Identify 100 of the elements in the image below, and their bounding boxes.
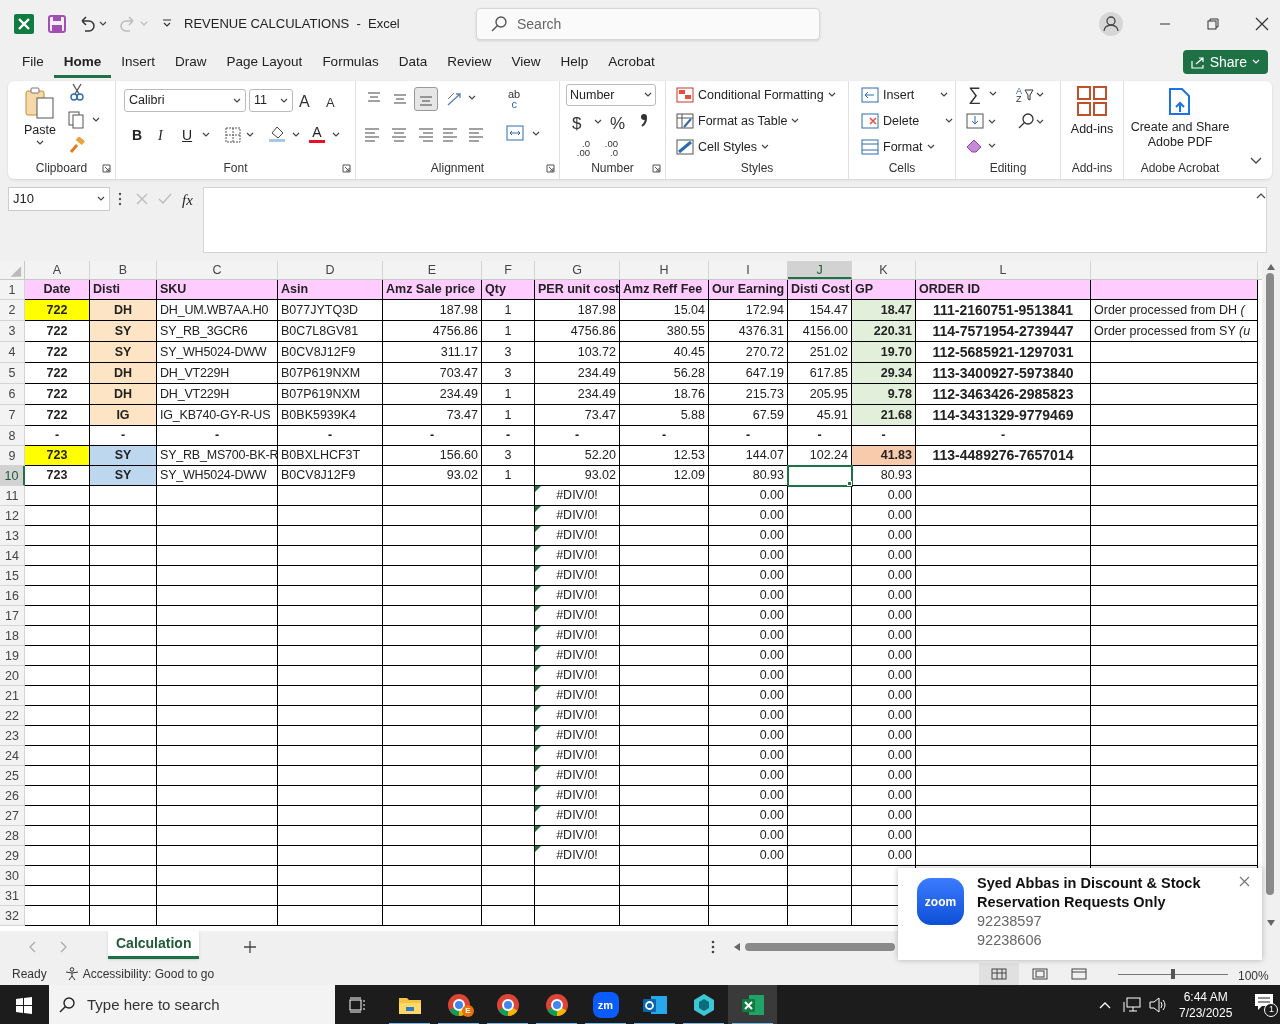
table-cell[interactable]: - [157, 426, 278, 446]
error-indicator-icon[interactable] [535, 786, 541, 792]
table-cell[interactable]: #DIV/0! [535, 646, 620, 666]
table-cell[interactable] [1091, 706, 1258, 726]
table-cell[interactable]: #DIV/0! [535, 746, 620, 766]
table-cell[interactable] [620, 566, 709, 586]
table-cell[interactable]: 0.00 [709, 506, 788, 526]
table-cell[interactable] [90, 806, 157, 826]
table-cell[interactable] [25, 526, 90, 546]
table-cell[interactable]: - [709, 426, 788, 446]
table-cell[interactable] [157, 786, 278, 806]
table-cell[interactable] [788, 826, 852, 846]
dialog-launcher-icon[interactable] [652, 164, 661, 173]
table-cell[interactable] [1091, 566, 1258, 586]
table-cell[interactable]: 0.00 [852, 526, 916, 546]
table-cell[interactable] [1091, 405, 1258, 426]
menu-tab[interactable]: Page Layout [216, 50, 313, 78]
table-cell[interactable] [916, 706, 1091, 726]
table-cell[interactable] [383, 826, 482, 846]
row-header[interactable]: 3 [0, 321, 25, 342]
table-cell[interactable] [788, 606, 852, 626]
error-indicator-icon[interactable] [535, 846, 541, 852]
table-cell[interactable]: #DIV/0! [535, 626, 620, 646]
table-cell[interactable] [620, 586, 709, 606]
table-cell[interactable] [278, 846, 383, 866]
font-size-field[interactable]: 11 [249, 89, 293, 112]
table-cell[interactable]: 0.00 [852, 506, 916, 526]
table-cell[interactable] [620, 846, 709, 866]
table-cell[interactable]: 5.88 [620, 405, 709, 426]
table-cell[interactable] [1091, 486, 1258, 506]
table-cell[interactable] [1091, 846, 1258, 866]
table-cell[interactable] [788, 486, 852, 506]
table-cell[interactable]: Order processed from DH ( [1091, 300, 1258, 321]
table-cell[interactable] [90, 746, 157, 766]
table-cell[interactable] [482, 526, 535, 546]
table-cell[interactable] [278, 886, 383, 906]
column-title[interactable]: GP [852, 280, 916, 300]
table-cell[interactable] [1091, 806, 1258, 826]
row-header[interactable]: 1 [0, 280, 25, 300]
error-indicator-icon[interactable] [535, 706, 541, 712]
table-cell[interactable] [278, 826, 383, 846]
menu-tab[interactable]: Acrobat [598, 50, 665, 78]
table-cell[interactable]: B07P619NXM [278, 363, 383, 384]
table-cell[interactable]: #DIV/0! [535, 566, 620, 586]
table-cell[interactable] [278, 646, 383, 666]
table-cell[interactable]: 4376.31 [709, 321, 788, 342]
table-cell[interactable] [620, 626, 709, 646]
table-cell[interactable]: 0.00 [709, 566, 788, 586]
table-cell[interactable] [788, 506, 852, 526]
table-cell[interactable] [482, 586, 535, 606]
column-title[interactable]: ORDER ID [916, 280, 1091, 300]
table-cell[interactable] [916, 566, 1091, 586]
table-cell[interactable] [278, 666, 383, 686]
table-cell[interactable]: #DIV/0! [535, 766, 620, 786]
row-header[interactable]: 22 [0, 706, 25, 726]
table-cell[interactable] [278, 586, 383, 606]
table-cell[interactable] [25, 726, 90, 746]
table-cell[interactable] [916, 746, 1091, 766]
table-cell[interactable] [25, 666, 90, 686]
menu-tab[interactable]: Insert [111, 50, 166, 78]
table-cell[interactable] [1091, 606, 1258, 626]
table-cell[interactable]: 0.00 [709, 606, 788, 626]
name-box[interactable]: J10 [8, 187, 110, 211]
table-cell[interactable] [278, 546, 383, 566]
table-cell[interactable]: 0.00 [852, 586, 916, 606]
menu-tab[interactable]: View [501, 50, 551, 78]
table-cell[interactable]: 0.00 [852, 546, 916, 566]
menu-tab[interactable]: File [12, 50, 54, 78]
table-cell[interactable] [25, 866, 90, 886]
table-cell[interactable] [157, 886, 278, 906]
table-cell[interactable]: 15.04 [620, 300, 709, 321]
row-header[interactable]: 11 [0, 486, 25, 506]
table-cell[interactable]: 112-5685921-1297031 [916, 342, 1091, 363]
table-cell[interactable] [788, 726, 852, 746]
error-indicator-icon[interactable] [535, 666, 541, 672]
formula-input[interactable] [202, 187, 1267, 253]
table-cell[interactable]: 380.55 [620, 321, 709, 342]
table-cell[interactable]: B0C7L8GV81 [278, 321, 383, 342]
table-cell[interactable]: #DIV/0! [535, 486, 620, 506]
error-indicator-icon[interactable] [535, 566, 541, 572]
table-cell[interactable] [157, 586, 278, 606]
row-header[interactable]: 7 [0, 405, 25, 426]
table-cell[interactable]: 0.00 [709, 846, 788, 866]
table-cell[interactable]: 103.72 [535, 342, 620, 363]
table-cell[interactable] [1091, 686, 1258, 706]
error-indicator-icon[interactable] [535, 746, 541, 752]
table-cell[interactable]: B07P619NXM [278, 384, 383, 405]
table-cell[interactable]: 0.00 [852, 686, 916, 706]
table-cell[interactable]: 0.00 [709, 626, 788, 646]
table-cell[interactable] [383, 526, 482, 546]
table-cell[interactable] [1091, 746, 1258, 766]
table-cell[interactable] [788, 566, 852, 586]
table-cell[interactable]: 0.00 [709, 586, 788, 606]
show-hidden-icons-icon[interactable] [1099, 1001, 1111, 1009]
table-cell[interactable] [482, 566, 535, 586]
table-cell[interactable] [90, 706, 157, 726]
table-cell[interactable]: 19.70 [852, 342, 916, 363]
row-header[interactable]: 8 [0, 426, 25, 446]
table-cell[interactable] [916, 486, 1091, 506]
row-header[interactable]: 17 [0, 606, 25, 626]
